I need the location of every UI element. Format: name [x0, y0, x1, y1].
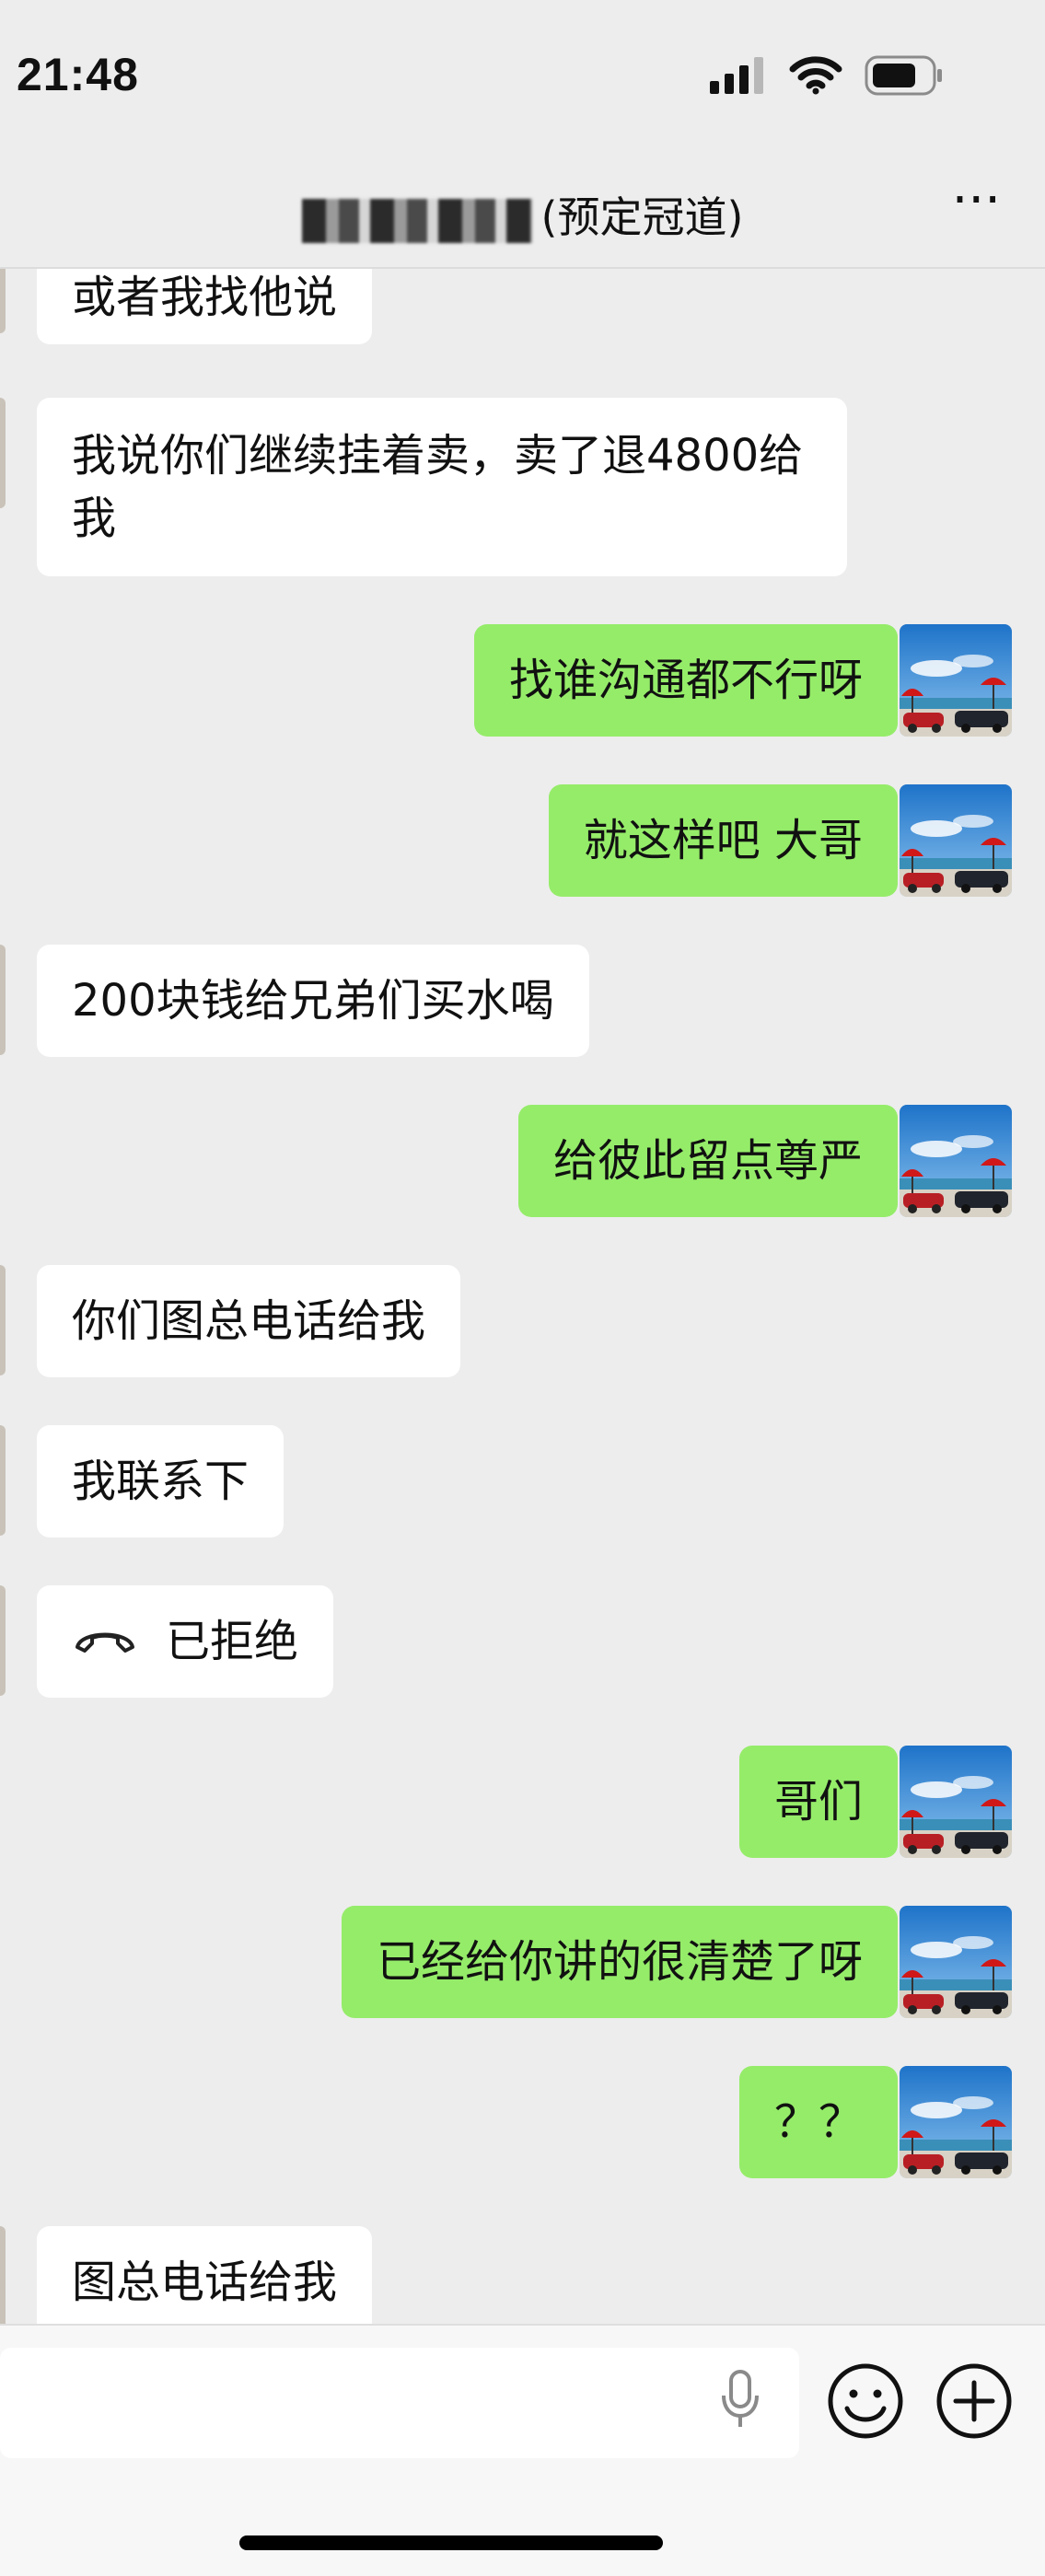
avatar-image[interactable] — [900, 1105, 1012, 1217]
message-bubble-incoming[interactable]: 200块钱给兄弟们买水喝 — [37, 945, 589, 1057]
avatar-image[interactable] — [900, 1746, 1012, 1858]
contact-avatar[interactable] — [0, 1425, 6, 1536]
message-text: 图总电话给我 — [72, 2257, 338, 2308]
redacted-name — [301, 198, 532, 243]
more-options-button[interactable]: ··· — [952, 175, 1001, 226]
wifi-icon — [789, 56, 842, 99]
avatar-image[interactable] — [900, 624, 1012, 737]
home-indicator[interactable] — [239, 2535, 663, 2550]
message-text: 找谁沟通都不行呀 — [508, 655, 863, 706]
message-text: 或者我找他说 — [72, 272, 338, 323]
input-bar — [0, 2324, 1045, 2576]
message-list[interactable]: 或者我找他说 我说你们继续挂着卖，卖了退4800给我 找谁沟通都不行呀 就这样吧… — [0, 269, 1045, 2324]
message-bubble-outgoing[interactable]: 哥们 — [738, 1746, 898, 1858]
message-text: 已经给你讲的很清楚了呀 — [376, 1936, 863, 1988]
avatar-image[interactable] — [900, 1906, 1012, 2018]
avatar-image[interactable] — [900, 784, 1012, 897]
call-record-bubble[interactable]: 已拒绝 — [37, 1585, 334, 1698]
message-bubble-incoming[interactable]: 我联系下 — [37, 1425, 284, 1537]
message-text: 给彼此留点尊严 — [552, 1135, 863, 1187]
signal-icon — [710, 57, 767, 98]
status-bar: 21:48 — [0, 0, 1045, 157]
contact-avatar[interactable] — [0, 398, 6, 508]
battery-icon — [865, 55, 944, 99]
chat-title: (预定冠道) — [0, 184, 1045, 245]
message-bubble-outgoing[interactable]: 已经给你讲的很清楚了呀 — [341, 1906, 898, 2018]
plus-icon[interactable] — [935, 2362, 1013, 2443]
chat-header: (预定冠道) ··· — [0, 157, 1045, 269]
message-bubble-outgoing[interactable]: ？？ — [738, 2066, 898, 2178]
emoji-icon[interactable] — [827, 2362, 904, 2443]
contact-avatar[interactable] — [0, 2226, 6, 2324]
contact-avatar[interactable] — [0, 269, 6, 333]
contact-avatar[interactable] — [0, 1265, 6, 1375]
status-time: 21:48 — [17, 49, 139, 100]
message-bubble-outgoing[interactable]: 给彼此留点尊严 — [517, 1105, 898, 1217]
message-text: 200块钱给兄弟们买水喝 — [72, 975, 554, 1027]
microphone-icon[interactable] — [718, 2370, 762, 2432]
message-text: 哥们 — [773, 1776, 863, 1828]
message-bubble-incoming[interactable]: 我说你们继续挂着卖，卖了退4800给我 — [37, 398, 847, 576]
message-bubble-outgoing[interactable]: 找谁沟通都不行呀 — [473, 624, 898, 737]
message-text: 已拒绝 — [166, 1616, 299, 1667]
contact-avatar[interactable] — [0, 1585, 6, 1696]
phone-declined-icon — [72, 1610, 138, 1673]
message-input[interactable] — [0, 2348, 799, 2458]
message-bubble-outgoing[interactable]: 就这样吧 大哥 — [548, 784, 898, 897]
message-text: ？？ — [773, 2096, 863, 2148]
message-bubble-incoming[interactable]: 你们图总电话给我 — [37, 1265, 461, 1377]
message-text: 我联系下 — [72, 1456, 250, 1507]
chat-title-text: (预定冠道) — [540, 192, 744, 242]
avatar-image[interactable] — [900, 2066, 1012, 2178]
status-icons — [710, 55, 944, 99]
message-text: 就这样吧 大哥 — [583, 815, 863, 866]
message-text: 我说你们继续挂着卖，卖了退4800给我 — [72, 430, 804, 544]
contact-avatar[interactable] — [0, 945, 6, 1055]
message-text: 你们图总电话给我 — [72, 1295, 426, 1347]
message-bubble-incoming[interactable]: 或者我找他说 — [37, 269, 373, 344]
message-bubble-incoming[interactable]: 图总电话给我 — [37, 2226, 373, 2324]
